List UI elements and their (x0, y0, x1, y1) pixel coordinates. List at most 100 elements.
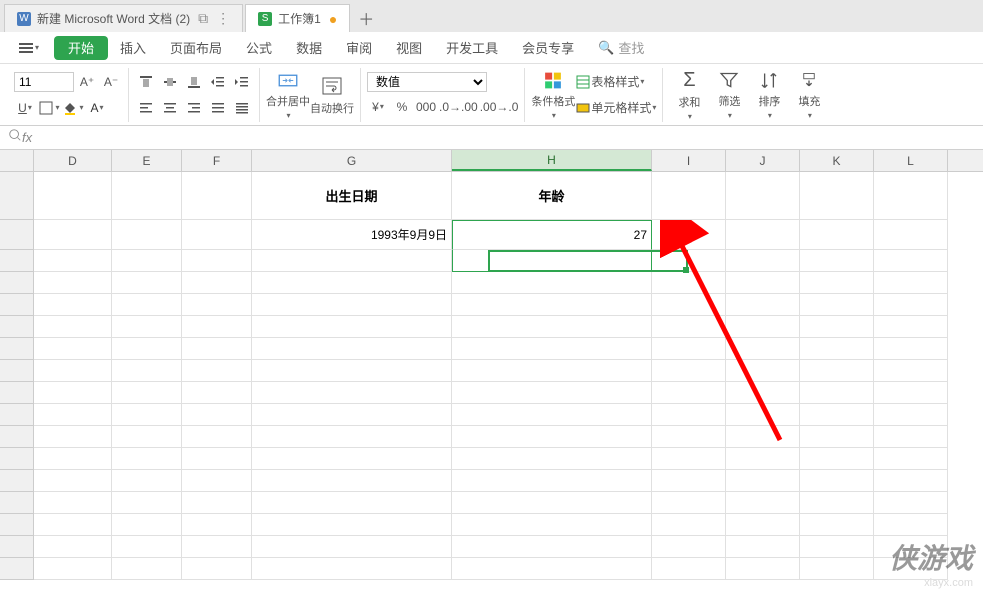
cell[interactable] (252, 316, 452, 338)
cell[interactable] (34, 470, 112, 492)
cell[interactable] (652, 492, 726, 514)
cell[interactable] (112, 404, 182, 426)
cell[interactable] (112, 470, 182, 492)
cell[interactable] (874, 250, 948, 272)
border-button[interactable]: ▾ (38, 97, 60, 119)
number-format-select[interactable]: 数值 (367, 72, 487, 92)
cell[interactable] (34, 272, 112, 294)
cell[interactable] (726, 250, 800, 272)
row-header[interactable] (0, 514, 34, 536)
cell[interactable] (452, 250, 652, 272)
cell[interactable] (182, 558, 252, 580)
column-header-H[interactable]: H (452, 150, 652, 171)
cell[interactable] (726, 338, 800, 360)
cell[interactable] (112, 294, 182, 316)
cell[interactable] (726, 404, 800, 426)
cell[interactable] (652, 272, 726, 294)
cell[interactable] (800, 492, 874, 514)
wrap-text-button[interactable]: 自动换行 (310, 70, 354, 120)
cond-format-button[interactable]: 条件格式▾ (531, 70, 575, 120)
cell[interactable] (800, 514, 874, 536)
cell[interactable] (182, 382, 252, 404)
select-all-corner[interactable] (0, 150, 34, 171)
cell[interactable] (112, 250, 182, 272)
cell[interactable] (252, 360, 452, 382)
cell[interactable] (726, 492, 800, 514)
cell[interactable] (182, 492, 252, 514)
cell[interactable] (874, 426, 948, 448)
tab-formula[interactable]: 公式 (234, 32, 284, 64)
row-header[interactable] (0, 536, 34, 558)
cell[interactable] (874, 404, 948, 426)
cell[interactable] (182, 338, 252, 360)
tab-member[interactable]: 会员专享 (510, 32, 586, 64)
row-header[interactable] (0, 492, 34, 514)
distribute-button[interactable] (231, 97, 253, 119)
cell[interactable] (112, 338, 182, 360)
tab-start[interactable]: 开始 (54, 36, 108, 60)
cell[interactable] (800, 316, 874, 338)
row-header[interactable] (0, 382, 34, 404)
cell[interactable] (652, 220, 726, 250)
cell[interactable] (34, 220, 112, 250)
cell[interactable] (874, 514, 948, 536)
cell[interactable] (452, 492, 652, 514)
cell[interactable] (452, 404, 652, 426)
tab-view[interactable]: 视图 (384, 32, 434, 64)
decrease-indent-button[interactable] (207, 71, 229, 93)
cell[interactable] (874, 172, 948, 220)
cell[interactable] (726, 426, 800, 448)
cell[interactable] (652, 338, 726, 360)
row-header[interactable] (0, 470, 34, 492)
row-header[interactable] (0, 272, 34, 294)
cell[interactable] (652, 448, 726, 470)
font-color-button[interactable]: A▾ (86, 97, 108, 119)
row-header[interactable] (0, 250, 34, 272)
cell[interactable] (800, 448, 874, 470)
cell[interactable] (112, 426, 182, 448)
cell[interactable] (452, 316, 652, 338)
tab-detach-icon[interactable]: ⧉ (198, 10, 208, 27)
cell[interactable] (34, 338, 112, 360)
cell[interactable] (726, 316, 800, 338)
sum-button[interactable]: Σ 求和▾ (669, 70, 709, 120)
fx-icon[interactable]: fx (22, 130, 32, 145)
cell[interactable] (112, 448, 182, 470)
cell[interactable] (182, 316, 252, 338)
row-header[interactable] (0, 172, 34, 220)
filter-button[interactable]: 筛选▾ (709, 70, 749, 120)
decrease-font-button[interactable]: A⁻ (100, 71, 122, 93)
column-header-F[interactable]: F (182, 150, 252, 171)
percent-button[interactable]: % (391, 96, 413, 118)
merge-center-button[interactable]: 合并居中▾ (266, 70, 310, 120)
increase-indent-button[interactable] (231, 71, 253, 93)
cell[interactable] (182, 360, 252, 382)
cell[interactable] (182, 426, 252, 448)
cell[interactable] (652, 250, 726, 272)
cell[interactable] (726, 220, 800, 250)
comma-button[interactable]: 000 (415, 96, 437, 118)
cell[interactable] (252, 404, 452, 426)
cell[interactable] (34, 404, 112, 426)
tab-dev[interactable]: 开发工具 (434, 32, 510, 64)
cell[interactable] (182, 172, 252, 220)
cell[interactable] (800, 470, 874, 492)
cell[interactable] (252, 470, 452, 492)
tab-review[interactable]: 审阅 (334, 32, 384, 64)
cell[interactable] (800, 404, 874, 426)
cell[interactable] (452, 536, 652, 558)
cell[interactable] (800, 250, 874, 272)
formula-input[interactable] (38, 126, 983, 149)
search-box[interactable]: 🔍 查找 (598, 38, 644, 57)
row-header[interactable] (0, 294, 34, 316)
cell[interactable] (452, 294, 652, 316)
cell[interactable]: 1993年9月9日 (252, 220, 452, 250)
cell[interactable] (34, 294, 112, 316)
cell[interactable] (112, 536, 182, 558)
cell[interactable] (874, 558, 948, 580)
sort-button[interactable]: 排序▾ (749, 70, 789, 120)
cell[interactable] (726, 294, 800, 316)
cell[interactable] (452, 448, 652, 470)
increase-decimal-button[interactable]: .0→.00 (439, 96, 478, 118)
cell[interactable] (726, 558, 800, 580)
